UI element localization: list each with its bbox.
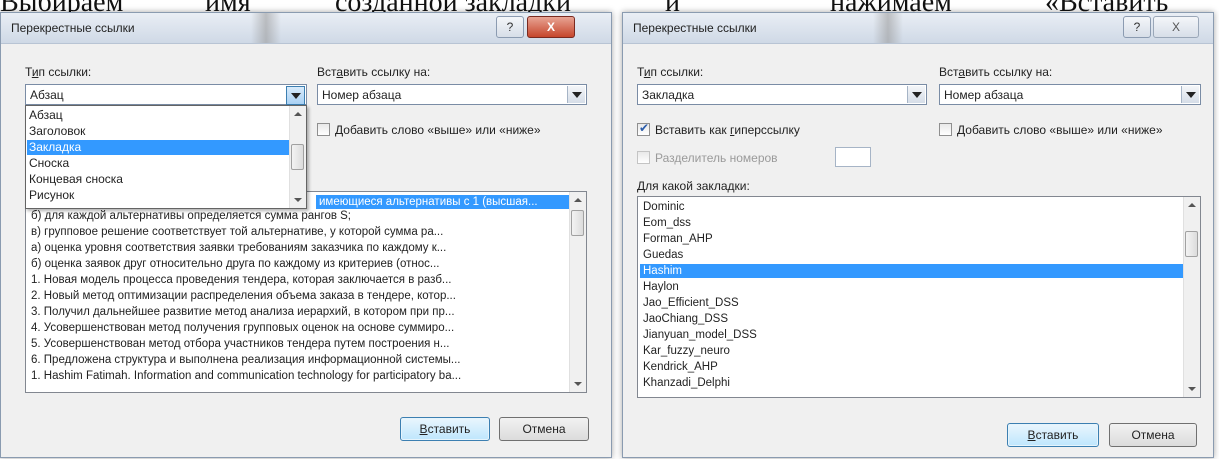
list-item[interactable]: б) оценка заявок друг относительно друга… xyxy=(28,257,570,271)
separator-input xyxy=(835,147,871,167)
scroll-up-icon[interactable] xyxy=(1184,197,1200,213)
chevron-down-icon[interactable] xyxy=(567,86,585,103)
checkbox-box[interactable] xyxy=(939,123,952,136)
add-word-checkbox[interactable]: Добавить слово «выше» или «ниже» xyxy=(317,123,541,137)
bookmark-list[interactable]: Dominic Eom_dss Forman_AHP Guedas Hashim Hayl… xyxy=(637,196,1201,398)
bookmark-item[interactable]: Eom_dss xyxy=(640,216,1184,230)
add-word-checkbox[interactable]: Добавить слово «выше» или «ниже» xyxy=(939,123,1163,137)
cross-reference-dialog: Перекрестные ссылки ? X Тип ссылки: Закл… xyxy=(622,12,1214,458)
dropdown-option[interactable]: Заголовок xyxy=(27,124,289,139)
close-button[interactable]: X xyxy=(1153,16,1199,38)
insert-ref-select[interactable]: Номер абзаца xyxy=(939,84,1201,105)
for-which-list[interactable]: имеющиеся альтернативы с 1 (высшая... б)… xyxy=(25,191,587,393)
bookmark-item[interactable]: Jianyuan_model_DSS xyxy=(640,328,1184,342)
scroll-thumb[interactable] xyxy=(571,210,584,236)
list-item[interactable]: б) для каждой альтернативы определяется … xyxy=(28,209,570,223)
cancel-button[interactable]: Отмена xyxy=(1109,423,1197,447)
dropdown-option[interactable]: Закладка xyxy=(27,140,289,155)
dropdown-option[interactable]: Концевая сноска xyxy=(27,172,289,187)
scroll-down-icon[interactable] xyxy=(290,192,306,208)
list-item[interactable]: в) групповое решение соответствует той а… xyxy=(28,225,570,239)
help-icon: ? xyxy=(506,20,514,34)
title-bar[interactable]: Перекрестные ссылки ? X xyxy=(1,13,611,44)
list-item[interactable]: 2. Новый метод оптимизации распределения… xyxy=(28,289,570,303)
bookmark-item[interactable]: Forman_AHP xyxy=(640,232,1184,246)
chevron-down-icon[interactable] xyxy=(907,86,925,103)
hyperlink-checkbox[interactable]: Вставить как гиперссылку xyxy=(637,121,800,137)
bookmark-item[interactable]: Hashim xyxy=(640,264,1184,278)
dialog-title: Перекрестные ссылки xyxy=(11,21,135,35)
ref-type-select[interactable]: Абзац xyxy=(25,84,307,105)
checkbox-box xyxy=(637,151,650,164)
bookmark-item[interactable]: Kar_fuzzy_neuro xyxy=(640,344,1184,358)
blur-artifact xyxy=(251,13,281,43)
scroll-thumb[interactable] xyxy=(1185,231,1198,257)
bookmark-item[interactable]: Kendrick_AHP xyxy=(640,360,1184,374)
close-button[interactable]: X xyxy=(527,16,575,38)
dropdown-option[interactable]: Сноска xyxy=(27,156,289,171)
chevron-down-icon[interactable] xyxy=(286,86,305,105)
list-item[interactable]: а) оценка уровня соответствия заявки тре… xyxy=(28,241,570,255)
ref-type-label: Тип ссылки: xyxy=(637,65,704,79)
list-item[interactable]: 1. Hashim Fatimah. Information and commu… xyxy=(28,369,570,383)
cross-reference-dialog: Перекрестные ссылки ? X Тип ссылки: Абза… xyxy=(0,12,612,458)
list-item[interactable]: имеющиеся альтернативы с 1 (высшая... xyxy=(316,195,570,209)
close-icon: X xyxy=(546,20,555,34)
dropdown-scrollbar[interactable] xyxy=(289,106,306,208)
dropdown-option[interactable]: Рисунок xyxy=(27,188,289,203)
ref-type-label: Тип ссылки: xyxy=(25,65,92,79)
ref-type-dropdown[interactable]: Абзац Заголовок Закладка Сноска Концевая сно… xyxy=(25,105,307,209)
insert-ref-label: Вставить ссылку на: xyxy=(939,65,1053,79)
bookmark-item[interactable]: Dominic xyxy=(640,200,1184,214)
chevron-down-icon[interactable] xyxy=(1181,86,1199,103)
scroll-up-icon[interactable] xyxy=(290,106,306,122)
insert-ref-select[interactable]: Номер абзаца xyxy=(317,84,587,105)
scroll-thumb[interactable] xyxy=(291,144,304,170)
separator-checkbox: Разделитель номеров xyxy=(637,151,778,165)
bookmark-item[interactable]: Guedas xyxy=(640,248,1184,262)
ref-type-select[interactable]: Закладка xyxy=(637,84,927,105)
cancel-button[interactable]: Отмена xyxy=(499,417,589,441)
dropdown-option[interactable]: Абзац xyxy=(27,108,289,123)
list-item[interactable]: 4. Усовершенствован метод получения груп… xyxy=(28,321,570,335)
help-button[interactable]: ? xyxy=(496,16,524,38)
checkbox-checked-icon[interactable] xyxy=(637,121,650,136)
scroll-down-icon[interactable] xyxy=(1184,381,1200,397)
bookmark-item[interactable]: JaoChiang_DSS xyxy=(640,312,1184,326)
bookmark-label: Для какой закладки: xyxy=(637,179,750,193)
blur-artifact xyxy=(873,13,903,43)
bookmark-item[interactable]: Khanzadi_Delphi xyxy=(640,376,1184,390)
insert-button[interactable]: Вставить xyxy=(1007,423,1099,447)
dialog-title: Перекрестные ссылки xyxy=(633,21,757,35)
help-icon: ? xyxy=(1133,20,1141,34)
list-item[interactable]: 6. Предложена структура и выполнена реал… xyxy=(28,353,570,367)
title-bar[interactable]: Перекрестные ссылки ? X xyxy=(623,13,1213,44)
list-scrollbar[interactable] xyxy=(1183,197,1200,397)
close-icon: X xyxy=(1171,20,1180,34)
bookmark-item[interactable]: Haylon xyxy=(640,280,1184,294)
scroll-up-icon[interactable] xyxy=(570,192,586,208)
list-scrollbar[interactable] xyxy=(569,192,586,392)
help-button[interactable]: ? xyxy=(1123,16,1151,38)
bookmark-item[interactable]: Jao_Efficient_DSS xyxy=(640,296,1184,310)
insert-button[interactable]: Вставить xyxy=(400,417,490,441)
list-item[interactable]: 3. Получил дальнейшее развитие метод ана… xyxy=(28,305,570,319)
checkbox-box[interactable] xyxy=(317,123,330,136)
insert-ref-label: Вставить ссылку на: xyxy=(317,65,431,79)
list-item[interactable]: 1. Новая модель процесса проведения тенд… xyxy=(28,273,570,287)
list-item[interactable]: 5. Усовершенствован метод отбора участни… xyxy=(28,337,570,351)
scroll-down-icon[interactable] xyxy=(570,376,586,392)
